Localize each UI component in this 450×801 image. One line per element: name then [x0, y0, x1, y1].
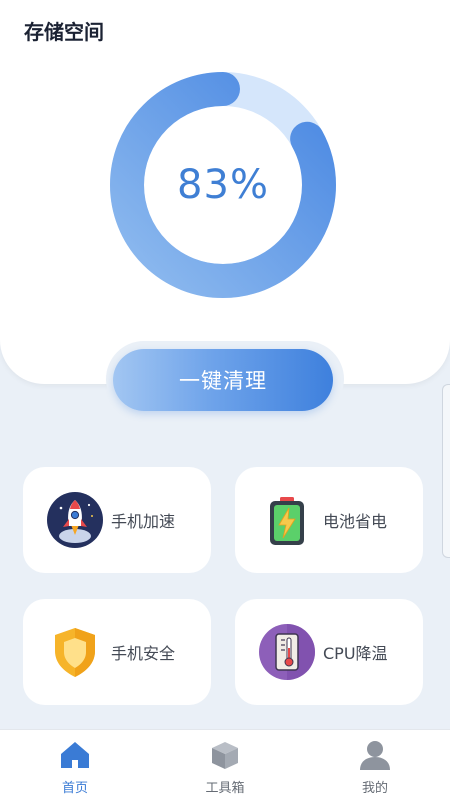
nav-home[interactable]: 首页: [0, 730, 150, 801]
page-title: 存储空间: [24, 20, 104, 44]
bottom-nav: 首页 工具箱 我的: [0, 729, 450, 801]
home-icon: [61, 742, 89, 768]
tool-label: CPU降温: [323, 644, 388, 663]
user-icon: [360, 741, 390, 770]
thermometer-icon: [259, 624, 315, 680]
tool-label: 电池省电: [323, 512, 388, 531]
nav-toolbox[interactable]: 工具箱: [150, 730, 300, 801]
battery-icon: [270, 497, 304, 545]
tool-label: 手机加速: [111, 512, 176, 531]
nav-label: 工具箱: [205, 781, 245, 796]
one-click-clean-button[interactable]: 一键清理: [113, 349, 333, 411]
usage-percent: 83%: [177, 162, 269, 208]
tool-label: 手机安全: [111, 644, 176, 663]
tool-card-speed-up[interactable]: 手机加速: [23, 467, 211, 573]
nav-label: 首页: [61, 781, 88, 796]
tool-card-battery-saver[interactable]: 电池省电: [235, 467, 423, 573]
toolbox-icon: [212, 742, 238, 769]
tool-card-cpu-cooling[interactable]: CPU降温: [235, 599, 423, 705]
storage-card: 存储空间 83%: [0, 0, 450, 384]
side-scroll-handle[interactable]: [442, 384, 450, 558]
rocket-icon: [47, 492, 103, 548]
storage-usage-ring: 83%: [110, 72, 336, 298]
shield-icon: [55, 628, 95, 677]
nav-label: 我的: [361, 781, 388, 796]
tool-card-security[interactable]: 手机安全: [23, 599, 211, 705]
nav-profile[interactable]: 我的: [300, 730, 450, 801]
